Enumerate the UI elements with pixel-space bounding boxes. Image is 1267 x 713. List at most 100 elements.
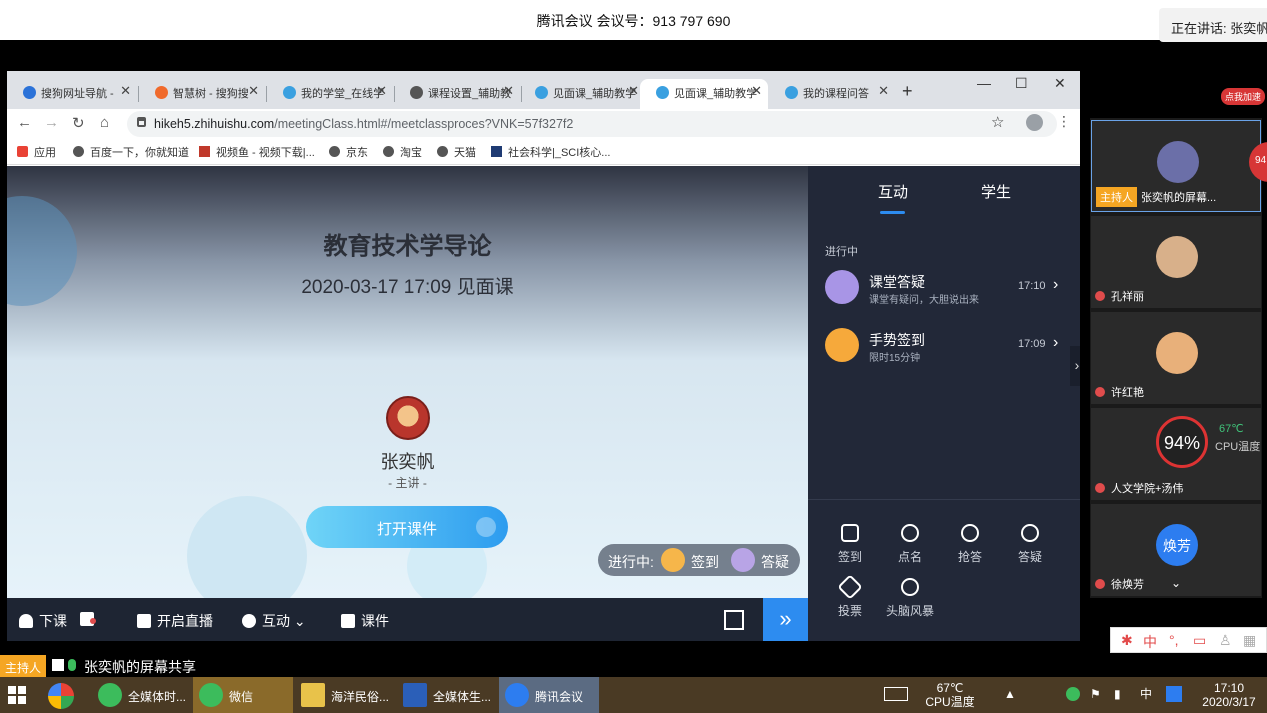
expand-panel-button[interactable]: » xyxy=(763,598,808,641)
participant-tile[interactable]: 主持人 张奕帆的屏幕... xyxy=(1091,120,1261,212)
screen-icon xyxy=(52,659,64,671)
browser-tab-5[interactable]: 见面课_辅助教学 ✕ xyxy=(519,79,645,109)
close-window-button[interactable]: ✕ xyxy=(1054,75,1066,92)
participant-tile[interactable]: 孔祥丽 xyxy=(1091,216,1261,308)
taskbar-item-tencent-meeting[interactable]: 腾讯会议 xyxy=(499,677,599,713)
url-path: /meetingClass.html#/meetclassproces?VNK=… xyxy=(274,117,574,131)
bookmark-jd[interactable]: 京东 xyxy=(329,144,368,160)
bookmarks-bar: 应用 百度一下，你就知道 视频鱼 - 视频下载|... 京东 淘宝 天猫 社会科… xyxy=(7,139,1080,165)
tool-vote[interactable]: 投票 xyxy=(825,574,875,619)
minimize-button[interactable]: — xyxy=(977,75,991,91)
taskbar-item-folder[interactable]: 海洋民俗... xyxy=(295,677,395,713)
question-icon xyxy=(731,548,755,572)
device-button[interactable] xyxy=(80,611,96,627)
taskbar-item-word[interactable]: 全媒体生... xyxy=(397,677,497,713)
courseware-button[interactable]: 课件 xyxy=(341,611,389,631)
bookmark-baidu[interactable]: 百度一下，你就知道 xyxy=(73,144,189,160)
grid-icon[interactable]: ▦ xyxy=(1243,632,1256,649)
participant-tile[interactable]: 许红艳 xyxy=(1091,312,1261,404)
close-tab-icon[interactable]: ✕ xyxy=(376,83,387,99)
chevron-down-icon[interactable]: ⌄ xyxy=(1171,576,1181,590)
tray-app-icon[interactable] xyxy=(1066,687,1080,701)
close-tab-icon[interactable]: ✕ xyxy=(120,83,131,99)
vote-icon xyxy=(837,574,863,600)
share-title: 张奕帆的屏幕共享 xyxy=(84,659,196,675)
interaction-sidebar: 互动 学生 进行中 课堂答疑 课堂有疑问，大胆说出来 17:10 › 手势签到 … xyxy=(808,166,1080,641)
tab-students[interactable]: 学生 xyxy=(981,181,1011,202)
globe-icon xyxy=(329,146,340,157)
tool-brainstorm[interactable]: 头脑风暴 xyxy=(885,578,935,619)
bookmark-star-icon[interactable]: ☆ xyxy=(991,113,1004,131)
activity-qa[interactable]: 课堂答疑 课堂有疑问，大胆说出来 17:10 › xyxy=(825,268,1070,308)
tab-interact[interactable]: 互动 xyxy=(878,181,908,202)
browser-tab-7[interactable]: 我的课程问答 ✕ xyxy=(769,79,895,109)
activity-gesture-checkin[interactable]: 手势签到 限时15分钟 17:09 › xyxy=(825,326,1070,366)
active-tab-underline xyxy=(880,211,905,214)
in-progress-pill[interactable]: 进行中: 签到 答疑 xyxy=(598,544,800,576)
host-badge: 主持人 xyxy=(0,655,47,677)
url-input[interactable]: hikeh5.zhihuishu.com/meetingClass.html#/… xyxy=(127,111,1057,137)
network-icon[interactable]: ▮ xyxy=(1114,687,1121,701)
bookmark-sci[interactable]: 社会科学|_SCI核心... xyxy=(491,144,610,160)
close-tab-icon[interactable]: ✕ xyxy=(751,83,762,99)
bookmark-video[interactable]: 视频鱼 - 视频下载|... xyxy=(199,144,315,160)
menu-icon[interactable]: ⋮ xyxy=(1057,113,1071,130)
fullscreen-icon[interactable] xyxy=(724,610,744,630)
tray-flag-icon[interactable]: ⚑ xyxy=(1090,687,1101,701)
keyboard-icon[interactable]: ▭ xyxy=(1193,632,1206,649)
clock[interactable]: 17:10 2020/3/17 xyxy=(1196,681,1262,709)
close-tab-icon[interactable]: ✕ xyxy=(878,83,889,99)
close-tab-icon[interactable]: ✕ xyxy=(628,83,639,99)
browser-tab-4[interactable]: 课程设置_辅助教 ✕ xyxy=(394,79,520,109)
user-icon[interactable]: ♙ xyxy=(1219,632,1232,649)
browser-tab-2[interactable]: 智慧树 - 搜狗搜 ✕ xyxy=(139,79,265,109)
speedup-badge[interactable]: 点我加速 xyxy=(1221,88,1266,105)
bookmark-apps[interactable]: 应用 xyxy=(17,144,56,160)
browser-tab-6-active[interactable]: 见面课_辅助教学 ✕ xyxy=(640,79,768,109)
baidu-icon[interactable] xyxy=(1166,686,1182,702)
paw-icon[interactable]: ✱ xyxy=(1121,632,1133,649)
keyboard-icon[interactable] xyxy=(884,687,908,701)
close-tab-icon[interactable]: ✕ xyxy=(248,83,259,99)
tray-ime[interactable]: 中 xyxy=(1140,687,1152,701)
url-domain: hikeh5.zhihuishu.com xyxy=(154,117,275,131)
new-tab-button[interactable]: + xyxy=(902,81,913,102)
punctuation-icon[interactable]: °, xyxy=(1169,632,1179,648)
bookmark-tmall[interactable]: 天猫 xyxy=(437,144,476,160)
tray-expand-icon[interactable]: ▲ xyxy=(1004,687,1016,701)
open-courseware-button[interactable]: 打开课件 xyxy=(306,506,508,548)
start-live-button[interactable]: 开启直播 xyxy=(137,611,213,631)
participant-tile[interactable]: 焕芳 徐焕芳 ⌄ xyxy=(1091,504,1261,596)
reload-button[interactable]: ↻ xyxy=(72,114,85,132)
participant-tile[interactable]: 94% 67℃ CPU温度 人文学院+汤伟 xyxy=(1091,408,1261,500)
tool-checkin[interactable]: 签到 xyxy=(825,524,875,565)
forward-button[interactable]: → xyxy=(44,114,59,131)
taskbar-item-1[interactable]: 全媒体时... xyxy=(92,677,192,713)
tool-qa[interactable]: 答疑 xyxy=(1005,524,1055,565)
mic-muted-icon xyxy=(1095,579,1105,589)
folder-icon xyxy=(476,517,496,537)
home-button[interactable]: ⌂ xyxy=(100,114,109,131)
apps-grid-icon xyxy=(17,146,28,157)
interact-dropdown[interactable]: 互动 ⌄ xyxy=(242,611,306,631)
speaking-indicator: 正在讲话: 张奕帆; xyxy=(1159,8,1267,42)
maximize-button[interactable]: ☐ xyxy=(1015,75,1028,92)
taskbar-item-wechat[interactable]: 微信 xyxy=(193,677,293,713)
tool-quick-answer[interactable]: 抢答 xyxy=(945,524,995,565)
account-avatar-icon[interactable] xyxy=(1026,114,1043,131)
tool-rollcall[interactable]: 点名 xyxy=(885,524,935,565)
screen: 腾讯会议 会议号：913 797 690 正在讲话: 张奕帆; 搜狗网址导航 -… xyxy=(0,0,1267,713)
browser-tab-3[interactable]: 我的学堂_在线学 ✕ xyxy=(267,79,393,109)
end-class-button[interactable]: 下课 xyxy=(19,611,67,631)
windows-start-icon[interactable] xyxy=(8,686,26,704)
collapse-sidebar-button[interactable]: › xyxy=(1070,346,1080,386)
interact-icon xyxy=(242,614,256,628)
ime-mode[interactable]: 中 xyxy=(1143,632,1157,652)
browser-tab-1[interactable]: 搜狗网址导航 - ✕ xyxy=(7,79,137,109)
close-tab-icon[interactable]: ✕ xyxy=(503,83,514,99)
bookmark-taobao[interactable]: 淘宝 xyxy=(383,144,422,160)
back-button[interactable]: ← xyxy=(17,114,32,131)
sogou-search-icon xyxy=(155,86,168,99)
app-launcher-icon[interactable] xyxy=(48,683,74,709)
host-avatar xyxy=(386,396,430,440)
